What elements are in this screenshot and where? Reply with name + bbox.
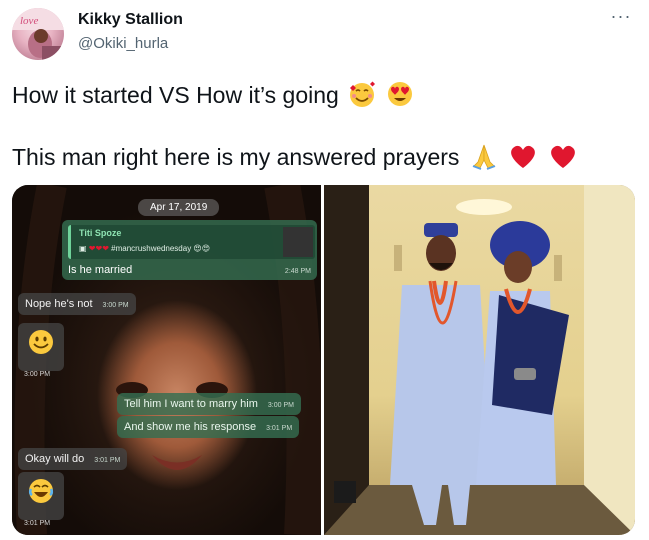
tweet-text-line-2: This man right here is my answered praye… — [12, 142, 578, 176]
incoming-emoji-message — [18, 323, 64, 371]
message-time: 3:00 PM — [102, 302, 129, 309]
quoted-status-snippet: ▣ ❤❤❤ #mancrushwednesday 😍😍 — [79, 244, 210, 253]
tweet-text-line-1: How it started VS How it’s going — [12, 80, 414, 114]
reply-message-time: 2:48 PM — [284, 268, 311, 275]
incoming-message: Okay will do 3:01 PM — [18, 448, 128, 470]
quoted-status-name: Titi Spoze — [79, 228, 122, 238]
message-time: 3:00 PM — [24, 371, 51, 378]
chat-date-chip: Apr 17, 2019 — [138, 199, 220, 216]
laughing-tears-icon — [28, 479, 54, 503]
message-time: 3:00 PM — [267, 402, 294, 409]
outgoing-message: And show me his response 3:01 PM — [117, 416, 300, 438]
message-text: Nope he's not — [25, 298, 93, 310]
couple-photo-art — [324, 185, 635, 535]
message-time: 3:01 PM — [24, 520, 51, 527]
message-text: Okay will do — [25, 453, 85, 465]
message-time: 3:01 PM — [94, 457, 121, 464]
quoted-status: Titi Spoze ▣ ❤❤❤ #mancrushwednesday 😍😍 — [68, 225, 315, 259]
quoted-status-reply: Titi Spoze ▣ ❤❤❤ #mancrushwednesday 😍😍 I… — [62, 220, 317, 280]
photographer-watermark-icon — [334, 481, 356, 503]
red-heart-icon — [548, 142, 578, 176]
tweet-text-line-2-content: This man right here is my answered praye… — [12, 144, 460, 170]
red-heart-icon — [508, 142, 538, 176]
smiling-face-with-hearts-icon — [348, 80, 376, 114]
reply-message-text: Is he married — [68, 264, 133, 276]
incoming-message: Nope he's not 3:00 PM — [18, 293, 136, 315]
tweet-media[interactable]: Apr 17, 2019 Titi Spoze ▣ ❤❤❤ #mancrushw… — [12, 185, 635, 535]
tweet-text-line-1-content: How it started VS How it’s going — [12, 82, 339, 108]
display-name[interactable]: Kikky Stallion — [78, 11, 183, 29]
smiley-icon — [29, 330, 53, 354]
more-options-icon[interactable]: ··· — [606, 7, 636, 32]
couple-photo[interactable] — [324, 185, 635, 535]
quoted-status-thumbnail — [283, 227, 313, 257]
tweet-header: love Kikky Stallion @Okiki_hurla ··· — [0, 0, 649, 70]
message-time: 3:01 PM — [266, 425, 293, 432]
quoted-status-hashtag: #mancrushwednesday — [111, 244, 192, 253]
heart-eyes-icon: 😍😍 — [193, 244, 211, 253]
chat-screenshot-image[interactable]: Apr 17, 2019 Titi Spoze ▣ ❤❤❤ #mancrushw… — [12, 185, 321, 535]
avatar[interactable]: love — [12, 8, 64, 60]
outgoing-message: Tell him I want to marry him 3:00 PM — [117, 393, 301, 415]
svg-text:love: love — [20, 15, 38, 27]
heart-eyes-icon — [386, 80, 414, 114]
avatar-image: love — [12, 8, 64, 60]
heart-emojis-icon: ❤❤❤ — [88, 244, 109, 253]
camera-icon: ▣ — [79, 244, 87, 253]
folded-hands-icon — [469, 142, 499, 176]
incoming-emoji-message — [18, 472, 64, 520]
message-text: And show me his response — [124, 421, 257, 433]
message-text: Tell him I want to marry him — [124, 398, 258, 410]
user-handle[interactable]: @Okiki_hurla — [78, 35, 168, 52]
